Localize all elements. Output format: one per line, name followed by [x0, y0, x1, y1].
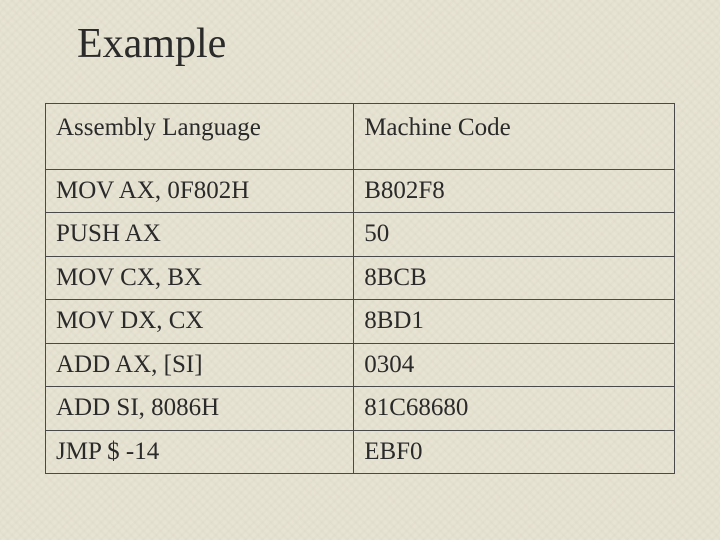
cell-machine: EBF0: [354, 430, 675, 474]
cell-machine: 50: [354, 213, 675, 257]
cell-assembly: PUSH AX: [46, 213, 354, 257]
cell-machine: 8BD1: [354, 300, 675, 344]
example-table: Assembly Language Machine Code MOV AX, 0…: [45, 103, 675, 474]
cell-machine: 81C68680: [354, 387, 675, 431]
table-row: MOV AX, 0F802H B802F8: [46, 169, 675, 213]
cell-machine: 8BCB: [354, 256, 675, 300]
table-row: ADD SI, 8086H 81C68680: [46, 387, 675, 431]
cell-assembly: JMP $ -14: [46, 430, 354, 474]
table-row: ADD AX, [SI] 0304: [46, 343, 675, 387]
table-row: MOV DX, CX 8BD1: [46, 300, 675, 344]
cell-assembly: MOV CX, BX: [46, 256, 354, 300]
page-title: Example: [77, 20, 675, 68]
header-machine: Machine Code: [354, 104, 675, 170]
table-row: MOV CX, BX 8BCB: [46, 256, 675, 300]
cell-assembly: ADD SI, 8086H: [46, 387, 354, 431]
table-row: JMP $ -14 EBF0: [46, 430, 675, 474]
cell-assembly: MOV DX, CX: [46, 300, 354, 344]
cell-machine: 0304: [354, 343, 675, 387]
cell-assembly: ADD AX, [SI]: [46, 343, 354, 387]
cell-machine: B802F8: [354, 169, 675, 213]
cell-assembly: MOV AX, 0F802H: [46, 169, 354, 213]
table-header-row: Assembly Language Machine Code: [46, 104, 675, 170]
header-assembly: Assembly Language: [46, 104, 354, 170]
table-row: PUSH AX 50: [46, 213, 675, 257]
